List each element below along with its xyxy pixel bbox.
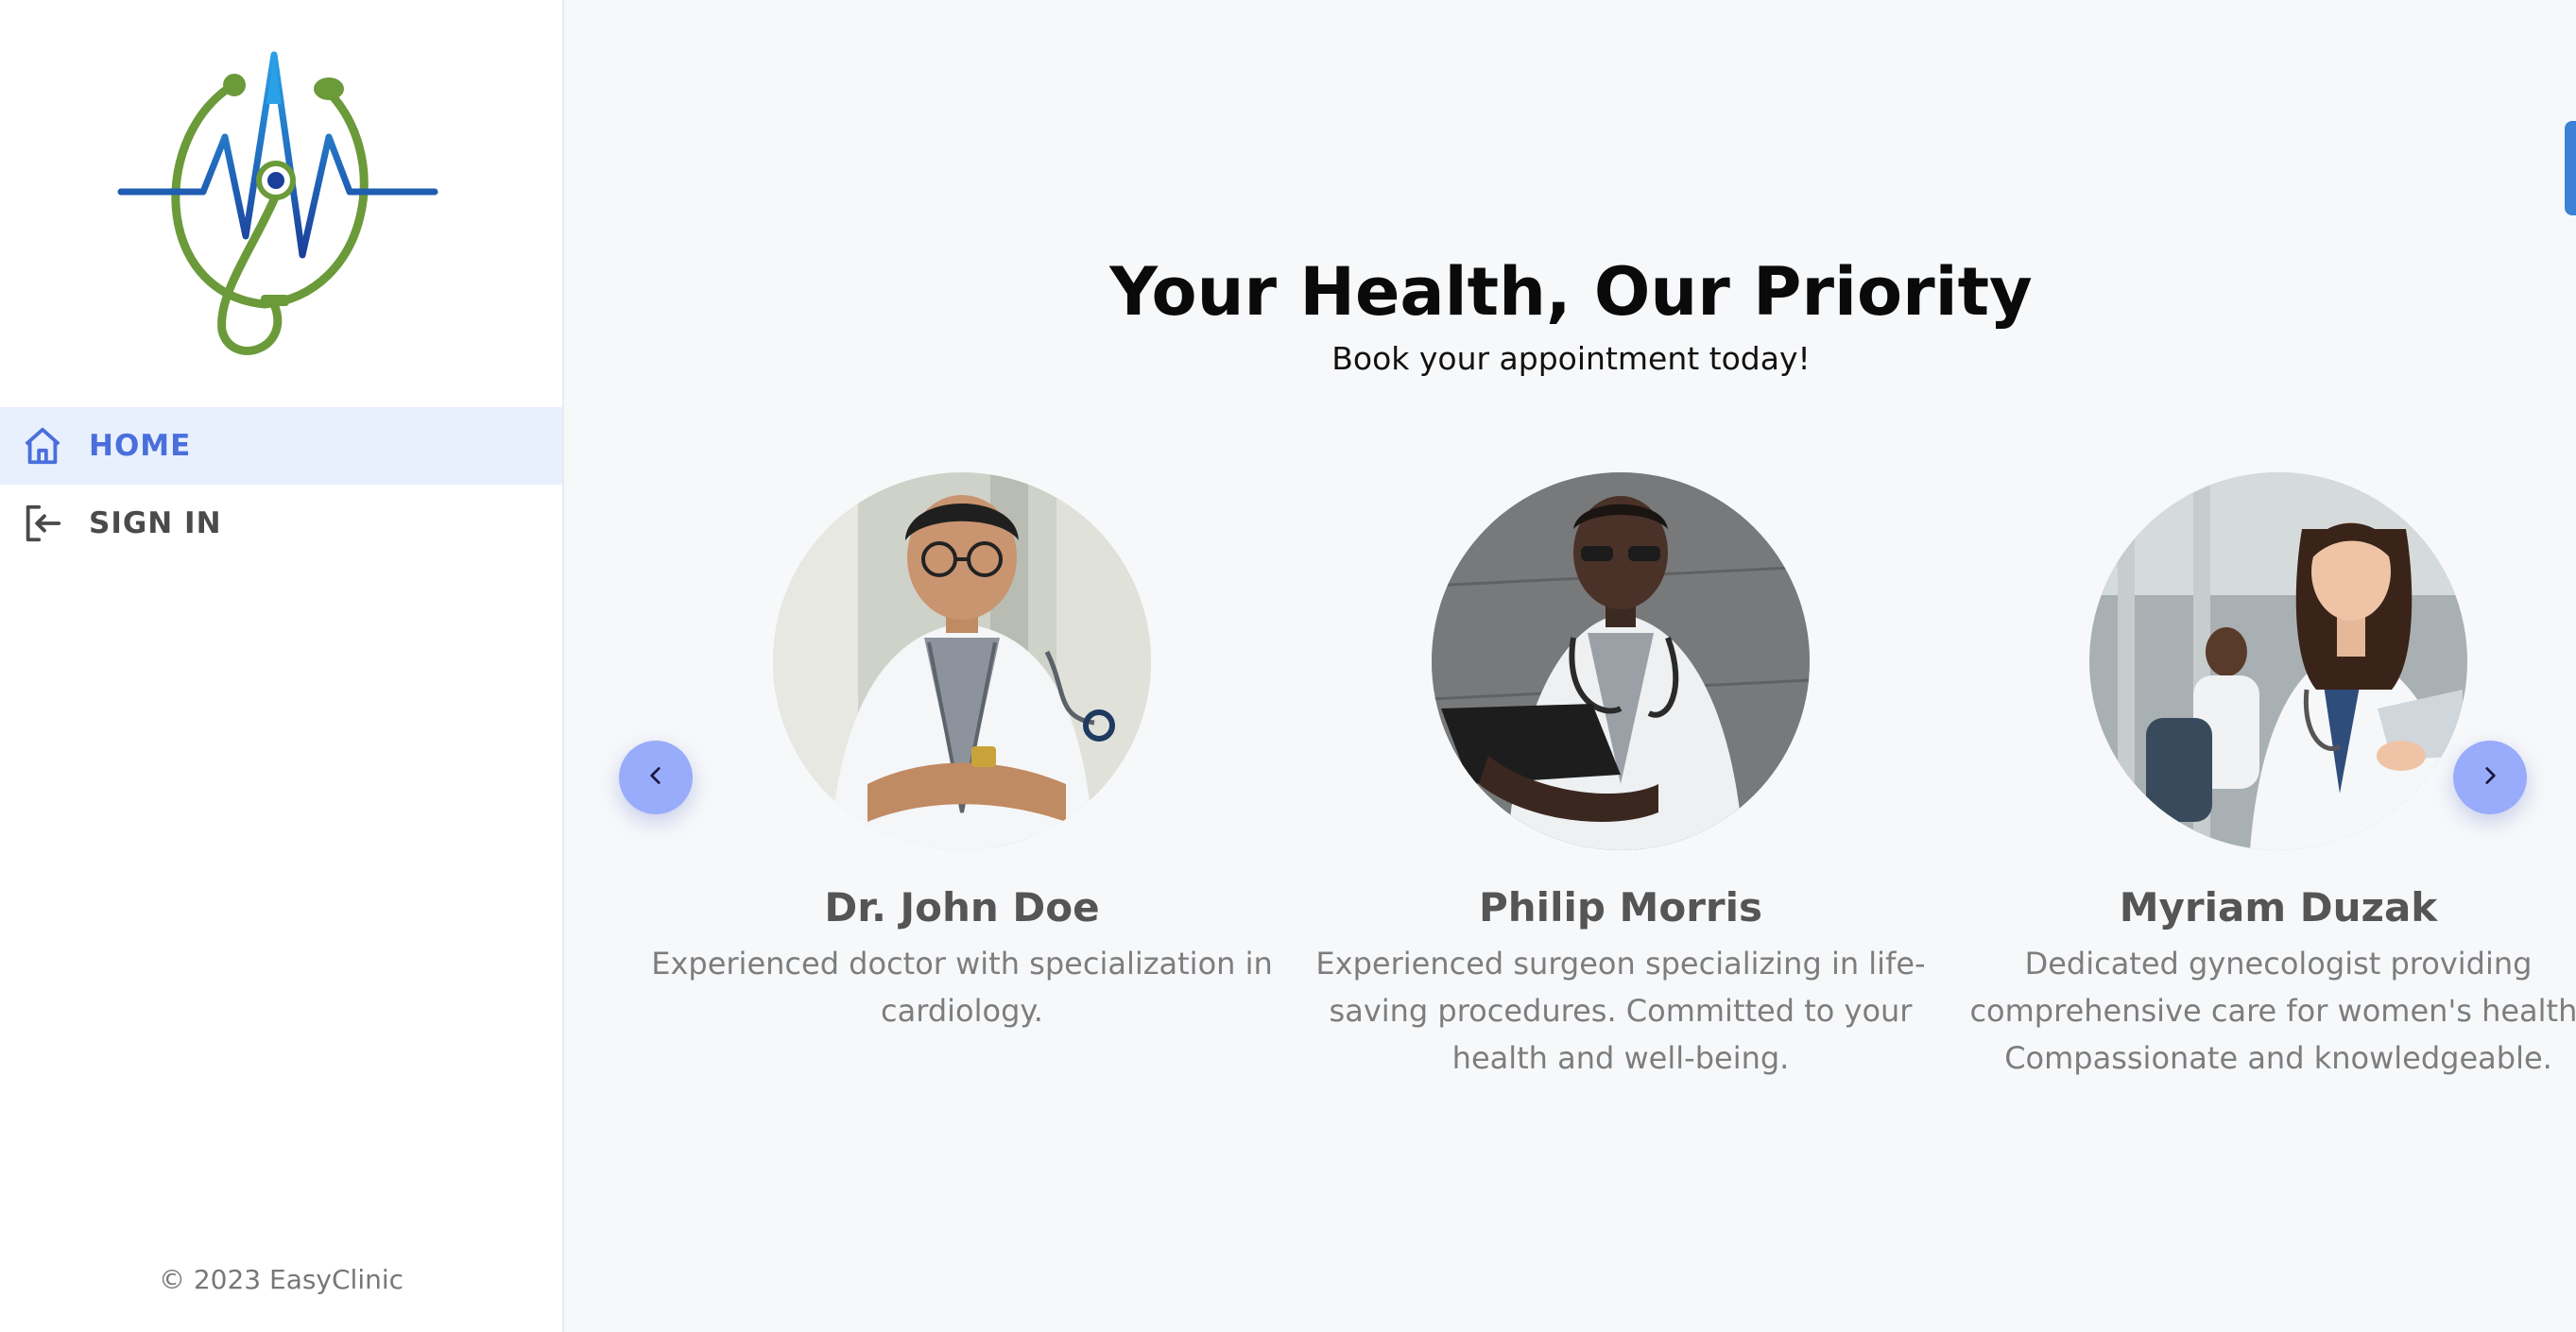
doctor-name: Myriam Duzak [2119,884,2438,931]
doctor-photo [1432,472,1810,850]
side-tab[interactable] [2565,121,2576,215]
doctor-card[interactable]: Philip Morris Experienced surgeon specia… [1290,472,1951,1082]
doctor-name: Philip Morris [1478,884,1763,931]
carousel-next-button[interactable] [2453,741,2527,814]
sidebar-item-home[interactable]: HOME [0,407,562,485]
chevron-right-icon [2478,763,2502,792]
doctor-card[interactable]: Dr. John Doe Experienced doctor with spe… [631,472,1293,1034]
page-subtitle: Book your appointment today! [1331,340,1811,377]
clinic-logo[interactable] [113,47,444,359]
doctor-photo [773,472,1151,850]
sidebar-item-label: SIGN IN [89,506,222,540]
page-title: Your Health, Our Priority [1109,253,2033,331]
sidebar: HOME SIGN IN © 2023 EasyClinic [0,0,564,1332]
doctor-description: Experienced surgeon specializing in life… [1315,946,1926,1076]
home-icon [19,422,66,470]
doctor-description: Experienced doctor with specialization i… [651,946,1273,1029]
copyright-footer: © 2023 EasyClinic [158,1264,404,1295]
sidebar-item-sign-in[interactable]: SIGN IN [0,485,562,562]
doctor-description: Dedicated gynecologist providing compreh… [1969,946,2576,1076]
sidebar-item-label: HOME [89,429,192,463]
doctor-name: Dr. John Doe [824,884,1100,931]
sign-in-icon [19,500,66,547]
sidebar-nav: HOME SIGN IN [0,407,562,562]
doctor-photo [2089,472,2467,850]
main-content: Your Health, Our Priority Book your appo… [566,0,2576,1332]
